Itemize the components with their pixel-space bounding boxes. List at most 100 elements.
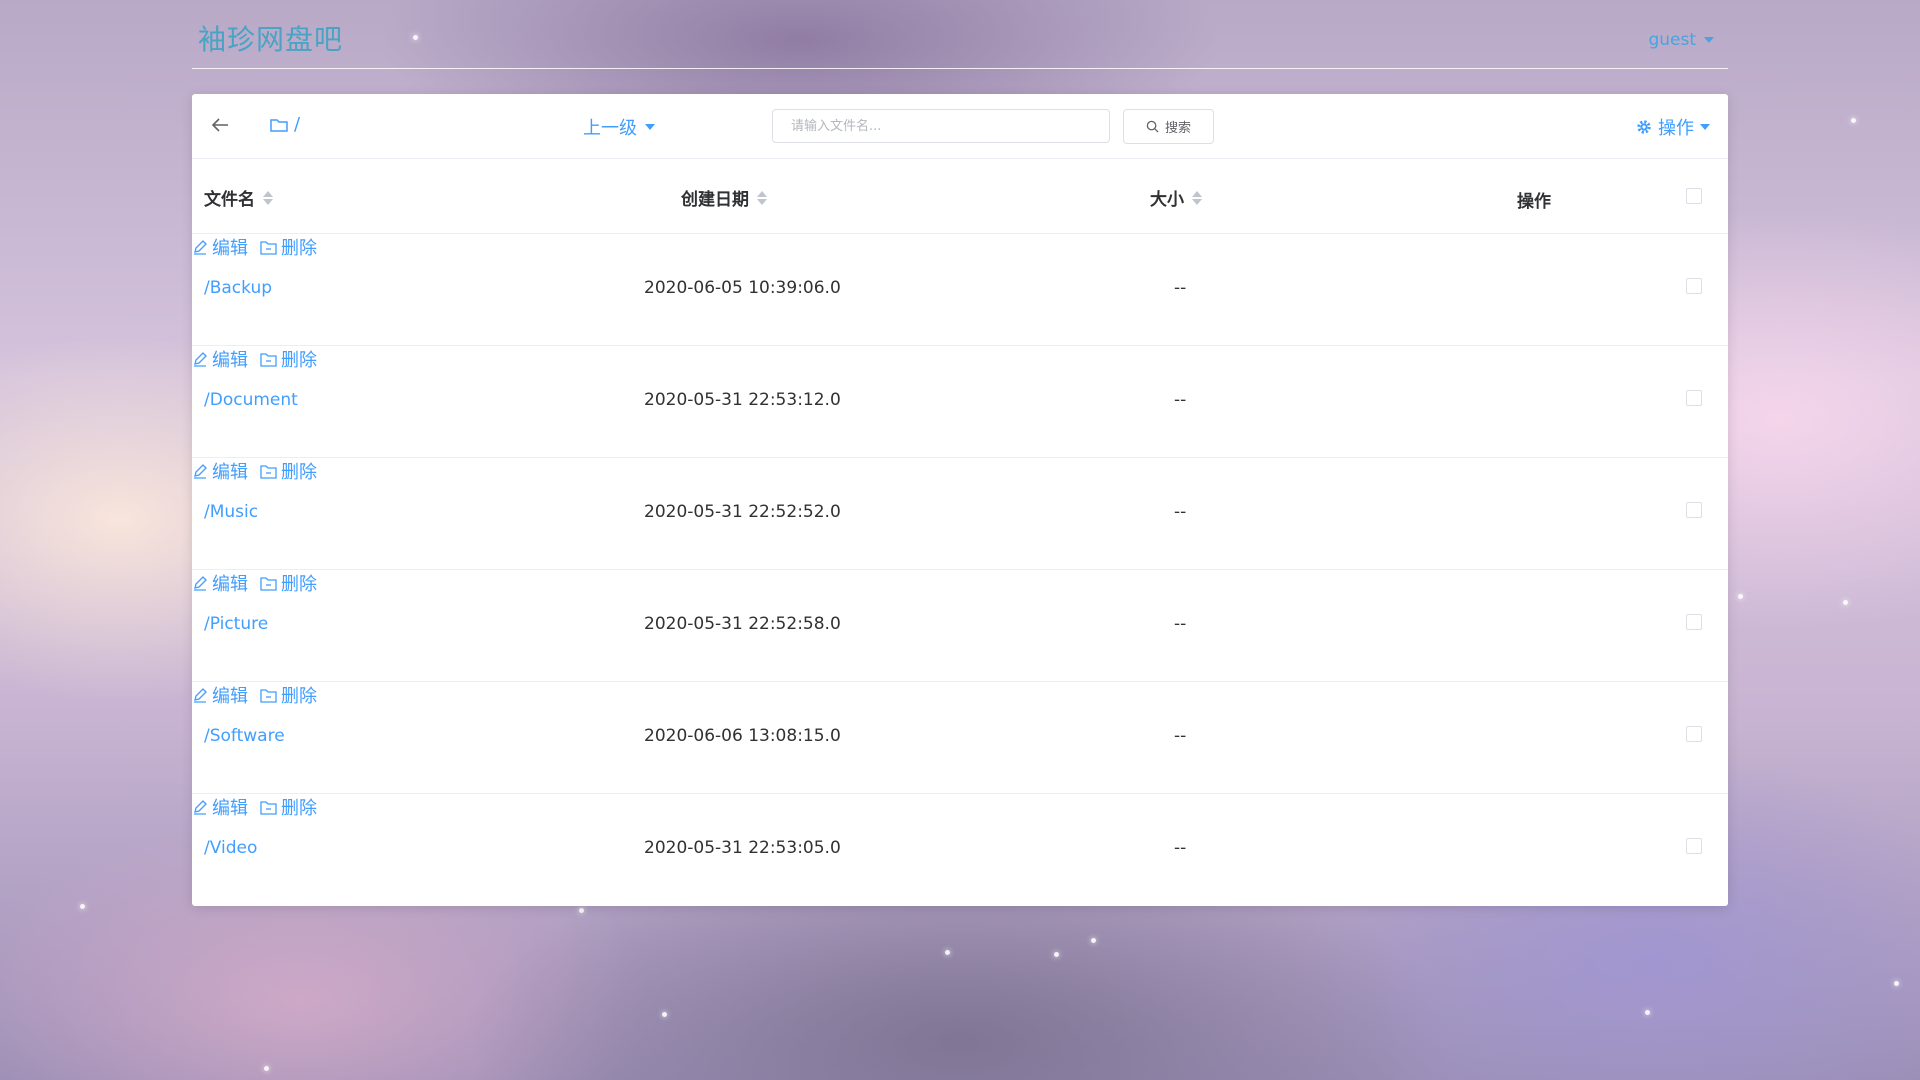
edit-icon (194, 464, 207, 479)
edit-icon (194, 800, 207, 815)
file-size: -- (1174, 726, 1187, 746)
row-checkbox[interactable] (1686, 614, 1702, 630)
folder-delete-icon (260, 352, 277, 367)
table-row: /Backup 2020-06-05 10:39:06.0 -- 编辑 删除 (192, 234, 1728, 346)
delete-label: 删除 (281, 350, 317, 371)
created-date: 2020-06-06 13:08:15.0 (644, 726, 841, 746)
column-size-header[interactable]: 大小 (1150, 185, 1202, 210)
caret-down-icon (1700, 124, 1710, 130)
table-row: /Picture 2020-05-31 22:52:58.0 -- 编辑 删除 (192, 570, 1728, 682)
file-size: -- (1174, 614, 1187, 634)
site-title[interactable]: 袖珍网盘吧 (198, 18, 343, 58)
folder-delete-icon (260, 240, 277, 255)
operations-menu[interactable]: 操作 (1636, 114, 1710, 140)
row-checkbox[interactable] (1686, 502, 1702, 518)
row-actions: 编辑 删除 (192, 570, 1728, 596)
parent-dropdown[interactable]: 上一级 (583, 114, 655, 140)
column-name-header[interactable]: 文件名 (204, 185, 273, 210)
file-size: -- (1174, 390, 1187, 410)
search-button[interactable]: 搜索 (1123, 109, 1214, 144)
edit-button[interactable]: 编辑 (192, 346, 248, 372)
folder-delete-icon (260, 576, 277, 591)
file-name-link[interactable]: /Document (204, 390, 298, 410)
delete-label: 删除 (281, 798, 317, 819)
table-row: /Software 2020-06-06 13:08:15.0 -- 编辑 删除 (192, 682, 1728, 794)
edit-button[interactable]: 编辑 (192, 682, 248, 708)
edit-button[interactable]: 编辑 (192, 570, 248, 596)
row-actions: 编辑 删除 (192, 682, 1728, 708)
delete-button[interactable]: 删除 (260, 346, 317, 372)
edit-label: 编辑 (212, 574, 248, 595)
sort-icon[interactable] (1192, 190, 1202, 205)
delete-button[interactable]: 删除 (260, 794, 317, 820)
edit-label: 编辑 (212, 238, 248, 259)
user-name: guest (1648, 30, 1696, 50)
file-size: -- (1174, 502, 1187, 522)
row-checkbox[interactable] (1686, 838, 1702, 854)
sort-icon[interactable] (263, 190, 273, 205)
file-name-link[interactable]: /Backup (204, 278, 272, 298)
delete-button[interactable]: 删除 (260, 682, 317, 708)
column-created-label: 创建日期 (681, 190, 749, 210)
file-size: -- (1174, 838, 1187, 858)
created-date: 2020-06-05 10:39:06.0 (644, 278, 841, 298)
folder-icon (270, 118, 288, 132)
operations-label: 操作 (1658, 118, 1694, 139)
file-name-link[interactable]: /Video (204, 838, 257, 858)
arrow-left-icon (211, 118, 228, 132)
edit-label: 编辑 (212, 798, 248, 819)
search-button-label: 搜索 (1164, 121, 1191, 136)
edit-button[interactable]: 编辑 (192, 794, 248, 820)
created-date: 2020-05-31 22:53:12.0 (644, 390, 841, 410)
select-all-checkbox[interactable] (1686, 188, 1702, 204)
row-checkbox[interactable] (1686, 390, 1702, 406)
sort-icon[interactable] (757, 190, 767, 205)
file-name-link[interactable]: /Software (204, 726, 285, 746)
table-row: /Music 2020-05-31 22:52:52.0 -- 编辑 删除 (192, 458, 1728, 570)
column-actions-header: 操作 (1517, 187, 1551, 212)
back-button[interactable] (210, 114, 232, 136)
edit-button[interactable]: 编辑 (192, 458, 248, 484)
edit-label: 编辑 (212, 350, 248, 371)
caret-down-icon (1704, 37, 1714, 43)
table-body: /Backup 2020-06-05 10:39:06.0 -- 编辑 删除 /… (192, 234, 1728, 905)
edit-icon (194, 240, 207, 255)
edit-icon (194, 688, 207, 703)
delete-button[interactable]: 删除 (260, 234, 317, 260)
top-header: 袖珍网盘吧 guest (192, 0, 1728, 69)
delete-button[interactable]: 删除 (260, 570, 317, 596)
created-date: 2020-05-31 22:53:05.0 (644, 838, 841, 858)
file-size: -- (1174, 278, 1187, 298)
column-size-label: 大小 (1150, 190, 1184, 210)
file-panel: / 上一级 搜索 操作 文件名 (192, 94, 1728, 906)
delete-label: 删除 (281, 686, 317, 707)
column-actions-label: 操作 (1517, 192, 1551, 212)
edit-label: 编辑 (212, 462, 248, 483)
delete-label: 删除 (281, 574, 317, 595)
toolbar: / 上一级 搜索 操作 (192, 94, 1728, 159)
row-actions: 编辑 删除 (192, 458, 1728, 484)
file-name-link[interactable]: /Picture (204, 614, 268, 634)
gear-icon (1637, 120, 1651, 134)
user-menu[interactable]: guest (1648, 30, 1714, 50)
current-path[interactable]: / (270, 114, 300, 135)
edit-icon (194, 352, 207, 367)
parent-label: 上一级 (583, 118, 637, 139)
column-created-header[interactable]: 创建日期 (681, 185, 767, 210)
file-name-link[interactable]: /Music (204, 502, 258, 522)
table-row: /Document 2020-05-31 22:53:12.0 -- 编辑 删除 (192, 346, 1728, 458)
search-input[interactable] (772, 109, 1110, 143)
delete-button[interactable]: 删除 (260, 458, 317, 484)
row-actions: 编辑 删除 (192, 346, 1728, 372)
folder-delete-icon (260, 464, 277, 479)
folder-delete-icon (260, 800, 277, 815)
caret-down-icon (645, 124, 655, 130)
row-actions: 编辑 删除 (192, 794, 1728, 820)
row-actions: 编辑 删除 (192, 234, 1728, 260)
delete-label: 删除 (281, 238, 317, 259)
delete-label: 删除 (281, 462, 317, 483)
row-checkbox[interactable] (1686, 726, 1702, 742)
created-date: 2020-05-31 22:52:52.0 (644, 502, 841, 522)
row-checkbox[interactable] (1686, 278, 1702, 294)
edit-button[interactable]: 编辑 (192, 234, 248, 260)
